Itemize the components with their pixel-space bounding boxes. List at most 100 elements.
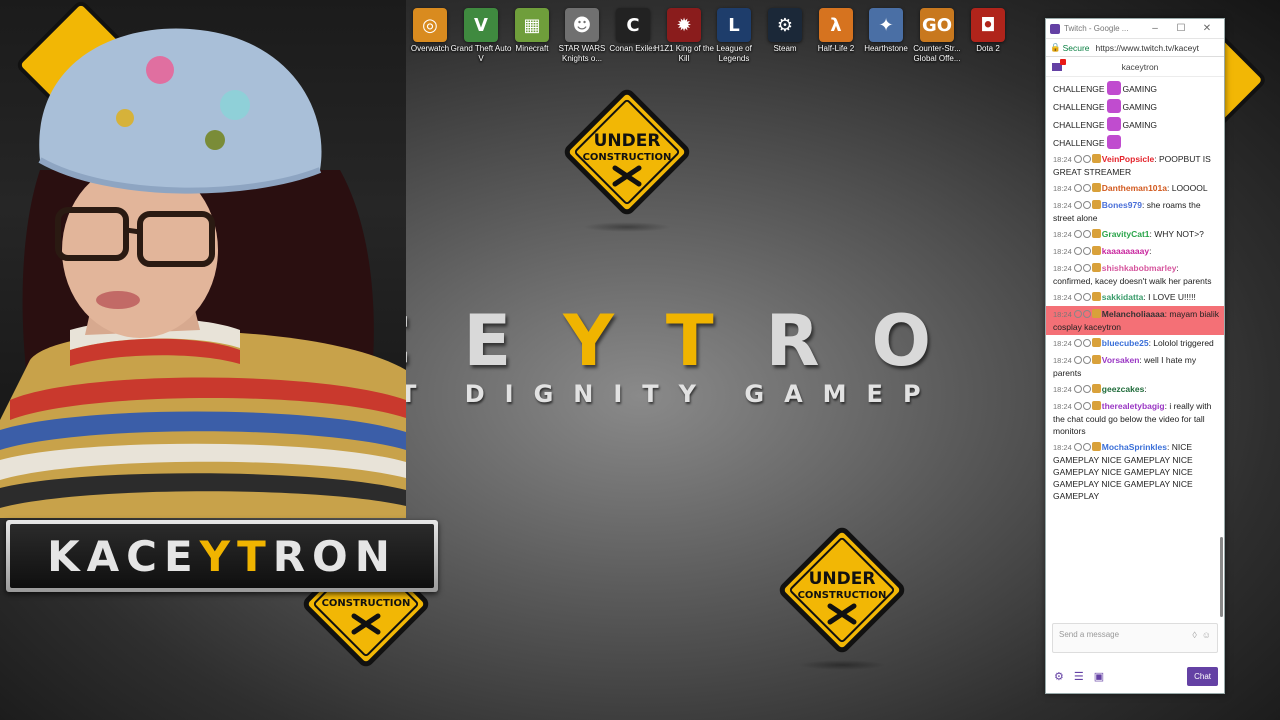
chat-header: kaceytron [1046,57,1224,77]
subscriber-badge-icon [1091,442,1101,451]
ban-icon[interactable] [1073,310,1082,318]
minimize-button[interactable]: – [1142,23,1168,34]
subscriber-badge-icon [1091,292,1101,301]
brand-letter-accent: T [665,300,766,382]
message-username[interactable]: bluecube25 [1102,338,1149,348]
chat-input[interactable]: Send a message ◊ ☺ [1052,623,1218,653]
chat-message: CHALLENGE GAMING [1053,97,1220,115]
message-timestamp: 18:24 [1053,356,1072,365]
close-button[interactable]: ✕ [1194,23,1220,34]
app-icon: C [616,8,650,42]
gift-icon[interactable]: ▣ [1094,670,1104,683]
app-icon: ◎ [413,8,447,42]
ban-icon[interactable] [1073,443,1082,451]
sign-text-bottom: CONSTRUCTION [322,598,411,609]
timeout-icon[interactable] [1082,402,1091,410]
message-text: CHALLENGE [1053,120,1105,130]
sign-text-top: UNDER [594,131,661,151]
viewer-list-icon[interactable]: ☰ [1074,670,1084,683]
message-timestamp: 18:24 [1053,293,1072,302]
timeout-icon[interactable] [1082,155,1091,163]
chat-footer: ⚙ ☰ ▣ Chat [1054,665,1218,687]
chat-send-button[interactable]: Chat [1187,666,1218,686]
timeout-icon[interactable] [1082,443,1091,451]
message-separator: : [1144,384,1147,394]
timeout-icon[interactable] [1082,230,1091,238]
timeout-icon[interactable] [1082,293,1091,301]
subscriber-badge-icon [1091,338,1101,347]
subscriber-badge-icon [1091,384,1101,393]
timeout-icon[interactable] [1082,339,1091,347]
message-username[interactable]: GravityCat1 [1102,229,1150,239]
ban-icon[interactable] [1073,402,1082,410]
message-username[interactable]: Dantheman101a [1102,183,1167,193]
desktop-icon[interactable]: ◘ Dota 2 [956,4,1020,54]
app-icon: ◘ [971,8,1005,42]
window-title: Twitch - Google ... [1064,24,1129,33]
message-text-tail: GAMING [1122,84,1157,94]
chat-message-list[interactable]: CHALLENGE GAMING CHALLENGE GAMING CHALLENGE G… [1046,77,1224,621]
settings-icon[interactable]: ⚙ [1054,670,1064,683]
subscriber-badge-icon [1091,246,1101,255]
message-separator: : [1149,246,1152,256]
twitch-chat-window[interactable]: Twitch - Google ... – ☐ ✕ 🔒 Secure https… [1045,18,1225,694]
chat-message: 18:24 bluecube25: Lololol triggered [1053,335,1220,352]
timeout-icon[interactable] [1082,310,1091,318]
timeout-icon[interactable] [1082,201,1091,209]
message-username[interactable]: MochaSprinkles [1102,442,1167,452]
subscriber-badge-icon [1091,263,1101,272]
ban-icon[interactable] [1073,293,1082,301]
ban-icon[interactable] [1073,184,1082,192]
message-username[interactable]: kaaaaaaaay [1102,246,1149,256]
app-icon: L [717,8,751,42]
ban-icon[interactable] [1073,201,1082,209]
message-username[interactable]: Vorsaken [1102,355,1140,365]
message-username[interactable]: VeinPopsicle [1102,154,1154,164]
timeout-icon[interactable] [1082,264,1091,272]
message-username[interactable]: Melancholiaaaa [1102,309,1165,319]
message-text: I LOVE U!!!!! [1148,292,1196,302]
message-text-tail: GAMING [1122,102,1157,112]
message-timestamp: 18:24 [1053,230,1072,239]
app-icon: GO [920,8,954,42]
chat-scrollbar[interactable] [1220,537,1223,617]
message-username[interactable]: sakkidatta [1102,292,1144,302]
maximize-button[interactable]: ☐ [1168,23,1194,34]
timeout-icon[interactable] [1082,385,1091,393]
message-username[interactable]: Bones979 [1102,200,1142,210]
url-text[interactable]: https://www.twitch.tv/kaceyt [1096,43,1199,53]
timeout-icon[interactable] [1082,247,1091,255]
sign-text-top: UNDER [809,569,876,589]
warning-sign-icon: UNDER CONSTRUCTION [564,89,690,215]
ban-icon[interactable] [1073,339,1082,347]
subscriber-badge-icon [1091,229,1101,238]
channel-name: kaceytron [1121,61,1159,72]
whispers-icon[interactable] [1052,58,1066,71]
chat-message: 18:24 GravityCat1: WHY NOT>? [1053,226,1220,243]
ban-icon[interactable] [1073,264,1082,272]
address-bar[interactable]: 🔒 Secure https://www.twitch.tv/kaceyt [1046,39,1224,57]
message-username[interactable]: therealetybagig [1102,401,1165,411]
window-titlebar[interactable]: Twitch - Google ... – ☐ ✕ [1046,19,1224,39]
brand-letter: E [463,300,564,382]
message-username[interactable]: shishkabobmarley [1102,263,1177,273]
message-text: confirmed, kacey doesn't walk her parent… [1053,276,1212,286]
message-username[interactable]: geezcakes [1102,384,1145,394]
app-icon: ✹ [667,8,701,42]
timeout-icon[interactable] [1082,356,1091,364]
subscriber-badge-icon [1091,200,1101,209]
emote-icon[interactable]: ☺ [1202,630,1211,640]
chat-message: 18:24 therealetybagig: i really with the … [1053,398,1220,439]
bits-icon[interactable]: ◊ [1192,630,1196,640]
under-construction-sign: UNDER CONSTRUCTION [553,78,701,232]
subscriber-badge-icon [1091,154,1101,163]
message-text: WHY NOT>? [1154,229,1204,239]
timeout-icon[interactable] [1082,184,1091,192]
nameplate-part-accent: YT [199,531,273,581]
ban-icon[interactable] [1073,247,1082,255]
ban-icon[interactable] [1073,155,1082,163]
ban-icon[interactable] [1073,385,1082,393]
ban-icon[interactable] [1073,230,1082,238]
message-timestamp: 18:24 [1053,201,1072,210]
ban-icon[interactable] [1073,356,1082,364]
